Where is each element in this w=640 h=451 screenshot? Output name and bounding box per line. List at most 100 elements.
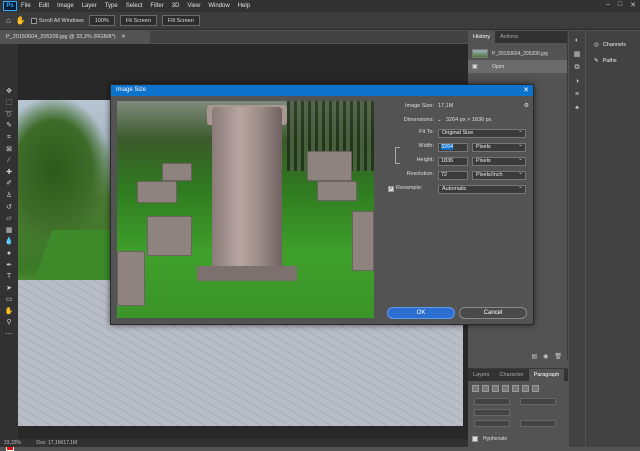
marquee-tool-icon[interactable]: ⬚ [4, 99, 14, 107]
close-window-icon[interactable]: ✕ [630, 1, 636, 9]
preview-stone [162, 163, 192, 181]
eraser-tool-icon[interactable]: ▱ [4, 215, 14, 223]
snapshot-camera-icon[interactable]: ◉ [543, 353, 548, 363]
clone-stamp-tool-icon[interactable]: ♙ [4, 192, 14, 200]
cancel-button[interactable]: Cancel [459, 307, 527, 319]
image-size-value: 17,1M [438, 103, 454, 109]
tab-actions[interactable]: Actions [495, 31, 523, 43]
preview-stone [117, 251, 145, 306]
align-center-icon[interactable] [482, 385, 489, 392]
color-panel-icon[interactable]: ◐ [569, 37, 585, 44]
more-tools-icon[interactable]: ⋯ [4, 331, 14, 339]
resolution-input[interactable]: 72 [438, 171, 468, 180]
menu-3d[interactable]: 3D [172, 3, 180, 9]
justify-last-right-icon[interactable] [522, 385, 529, 392]
width-unit-select[interactable]: Pixels [472, 142, 526, 152]
frame-tool-icon[interactable]: ⊠ [4, 146, 14, 154]
indent-first-line-field[interactable] [474, 409, 510, 416]
justify-last-center-icon[interactable] [512, 385, 519, 392]
document-tab[interactable]: P_20150604_205209.jpg @ 33,3% (RGB/8*) ✕ [0, 31, 150, 43]
width-row: Width: 3264 Pixels [386, 142, 531, 153]
resolution-unit-select[interactable]: Pixels/Inch [472, 170, 526, 180]
menu-layer[interactable]: Layer [82, 3, 97, 9]
zoom-100-button[interactable]: 100% [88, 15, 115, 26]
height-input[interactable]: 1836 [438, 157, 468, 166]
fit-to-select[interactable]: Original Size [438, 128, 526, 138]
rectangle-tool-icon[interactable]: ▭ [4, 296, 14, 304]
quick-select-tool-icon[interactable]: ✎ [4, 122, 14, 130]
fit-screen-button[interactable]: Fit Screen [119, 15, 157, 26]
status-zoom[interactable]: 33,33% [4, 440, 21, 446]
healing-brush-tool-icon[interactable]: ✚ [4, 169, 14, 177]
ok-button[interactable]: OK [387, 307, 455, 319]
menu-image[interactable]: Image [57, 3, 74, 9]
history-snapshot[interactable]: P_20150604_205209.jpg [468, 47, 567, 60]
tab-layers[interactable]: Layers [468, 369, 495, 381]
new-document-from-state-icon[interactable]: ▤ [531, 353, 537, 363]
menu-window[interactable]: Window [208, 3, 229, 9]
indent-right-field[interactable] [520, 398, 556, 405]
image-size-label: Image Size: [404, 103, 434, 109]
menu-filter[interactable]: Filter [150, 3, 163, 9]
menu-view[interactable]: View [187, 3, 200, 9]
eyedropper-tool-icon[interactable]: ⁄ [4, 157, 14, 165]
dialog-close-icon[interactable]: ✕ [523, 86, 529, 94]
crop-tool-icon[interactable]: ⌗ [4, 134, 14, 142]
history-state-open[interactable]: ▣ Open [468, 60, 567, 73]
menu-file[interactable]: File [21, 3, 31, 9]
hand-tool-icon[interactable]: ✋ [16, 16, 26, 25]
properties-panel-icon[interactable]: ≡ [569, 91, 585, 98]
menu-bar: Ps File Edit Image Layer Type Select Fil… [0, 0, 640, 12]
hyphenate-checkbox[interactable]: Hyphenate [472, 436, 507, 442]
home-icon[interactable]: ⌂ [6, 16, 11, 25]
space-before-field[interactable] [474, 420, 510, 427]
close-tab-icon[interactable]: ✕ [121, 34, 126, 40]
menu-help[interactable]: Help [238, 3, 250, 9]
move-tool-icon[interactable]: ✥ [4, 88, 14, 96]
settings-gear-icon[interactable]: ⚙ [524, 102, 529, 109]
paths-item[interactable]: ✎ Paths [586, 53, 640, 69]
menu-select[interactable]: Select [126, 3, 143, 9]
preview-stone [147, 216, 192, 256]
brush-tool-icon[interactable]: ✐ [4, 180, 14, 188]
width-value: 3264 [441, 144, 454, 150]
resample-checkbox[interactable]: ✓ [388, 186, 394, 192]
dodge-tool-icon[interactable]: ● [4, 250, 14, 258]
path-selection-tool-icon[interactable]: ➤ [4, 285, 14, 293]
tab-paragraph[interactable]: Paragraph [528, 369, 565, 381]
libraries-panel-icon[interactable]: ⧉ [569, 64, 585, 72]
indent-left-field[interactable] [474, 398, 510, 405]
delete-state-icon[interactable]: 🗑 [554, 353, 562, 363]
menu-edit[interactable]: Edit [39, 3, 49, 9]
align-right-icon[interactable] [492, 385, 499, 392]
adjustments-panel-icon[interactable]: ◑ [569, 78, 585, 85]
styles-panel-icon[interactable]: ✦ [569, 104, 585, 112]
lasso-tool-icon[interactable]: ➰ [4, 111, 14, 119]
justify-last-left-icon[interactable] [502, 385, 509, 392]
dimensions-chevron-icon[interactable]: ⌄ [437, 117, 442, 123]
width-input[interactable]: 3264 [438, 143, 468, 152]
hand-tool-active-icon[interactable]: ✋ [4, 308, 14, 316]
blur-tool-icon[interactable]: 💧 [4, 238, 14, 246]
space-after-field[interactable] [520, 420, 556, 427]
swatches-panel-icon[interactable]: ▦ [569, 50, 585, 58]
image-preview[interactable] [117, 101, 374, 318]
tab-history[interactable]: History [468, 31, 496, 43]
justify-all-icon[interactable] [532, 385, 539, 392]
type-tool-icon[interactable]: T [4, 273, 14, 281]
history-brush-tool-icon[interactable]: ↺ [4, 204, 14, 212]
align-left-icon[interactable] [472, 385, 479, 392]
gradient-tool-icon[interactable]: ▦ [4, 227, 14, 235]
channels-item[interactable]: ◎ Channels [586, 37, 640, 53]
minimize-icon[interactable]: – [606, 1, 610, 9]
zoom-tool-icon[interactable]: ⚲ [4, 319, 14, 327]
maximize-icon[interactable]: □ [618, 1, 622, 9]
menu-type[interactable]: Type [105, 3, 118, 9]
fit-to-label: Fit To: [419, 129, 434, 135]
pen-tool-icon[interactable]: ✒ [4, 262, 14, 270]
scroll-all-windows-checkbox[interactable]: Scroll All Windows [30, 17, 84, 24]
height-unit-select[interactable]: Pixels [472, 156, 526, 166]
tab-character[interactable]: Character [495, 369, 529, 381]
resample-method-select[interactable]: Automatic [438, 184, 526, 194]
fill-screen-button[interactable]: Fill Screen [161, 15, 200, 26]
